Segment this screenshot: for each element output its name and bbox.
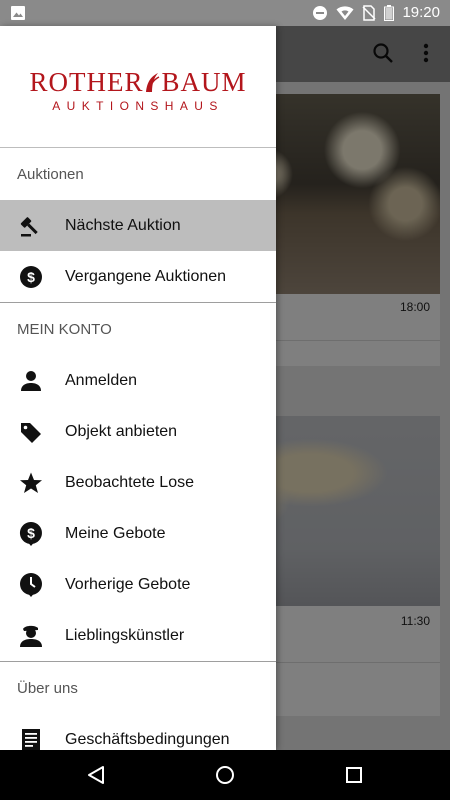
drawer-item-label: Lieblingskünstler (65, 626, 185, 644)
tag-icon (18, 419, 44, 445)
drawer-item-label: Anmelden (65, 371, 138, 389)
drawer-item-label: Vergangene Auktionen (65, 267, 227, 285)
logo-subtitle: AUKTIONSHAUS (52, 98, 224, 113)
system-navigation-bar (0, 750, 450, 800)
logo-mark-icon (144, 71, 160, 93)
drawer-item-vorherige-gebote[interactable]: Vorherige Gebote (0, 559, 276, 610)
gavel-icon (18, 213, 44, 239)
drawer-header: ROTHER BAUM AUKTIONSHAUS (0, 26, 276, 148)
drawer-item-meine-gebote[interactable]: $ Meine Gebote (0, 508, 276, 559)
dollar-circle-icon: $ (18, 264, 44, 290)
drawer-item-vergangene-auktionen[interactable]: $ Vergangene Auktionen (0, 251, 276, 302)
drawer-item-label: Vorherige Gebote (65, 575, 191, 593)
battery-icon (384, 4, 395, 21)
section-header-auktionen: Auktionen (17, 165, 84, 183)
dollar-pin-icon: $ (18, 521, 44, 547)
drawer-item-naechste-auktion[interactable]: Nächste Auktion (0, 200, 276, 251)
artist-icon (18, 623, 44, 649)
image-icon (10, 5, 26, 21)
svg-text:$: $ (27, 269, 35, 285)
star-icon (18, 470, 44, 496)
home-icon[interactable] (215, 765, 235, 790)
drawer-item-lieblingskuenstler[interactable]: Lieblingskünstler (0, 610, 276, 661)
clock-pin-icon (18, 572, 44, 598)
no-sim-icon (362, 4, 376, 21)
drawer-item-label: Meine Gebote (65, 524, 166, 542)
navigation-drawer: ROTHER BAUM AUKTIONSHAUS Auktionen Nächs… (0, 26, 276, 750)
logo: ROTHER BAUM (29, 66, 247, 97)
drawer-item-anmelden[interactable]: Anmelden (0, 355, 276, 406)
drawer-item-objekt-anbieten[interactable]: Objekt anbieten (0, 406, 276, 457)
clock-time: 19:20 (402, 4, 440, 21)
person-icon (18, 368, 44, 394)
wifi-icon (336, 5, 354, 21)
section-header-ueber-uns: Über uns (17, 679, 78, 697)
do-not-disturb-icon (312, 5, 328, 21)
back-icon[interactable] (86, 765, 106, 790)
section-header-mein-konto: MEIN KONTO (17, 320, 112, 338)
drawer-item-beobachtete-lose[interactable]: Beobachtete Lose (0, 457, 276, 508)
drawer-item-label: Objekt anbieten (65, 422, 178, 440)
drawer-item-label: Nächste Auktion (65, 216, 181, 234)
status-bar: 19:20 (0, 0, 450, 26)
document-icon (18, 727, 44, 750)
drawer-item-label: Beobachtete Lose (65, 473, 194, 491)
drawer-item-geschaeftsbedingungen[interactable]: Geschäftsbedingungen (0, 714, 276, 750)
drawer-item-label: Geschäftsbedingungen (65, 730, 230, 748)
overview-icon[interactable] (345, 765, 363, 790)
svg-text:$: $ (27, 525, 35, 541)
